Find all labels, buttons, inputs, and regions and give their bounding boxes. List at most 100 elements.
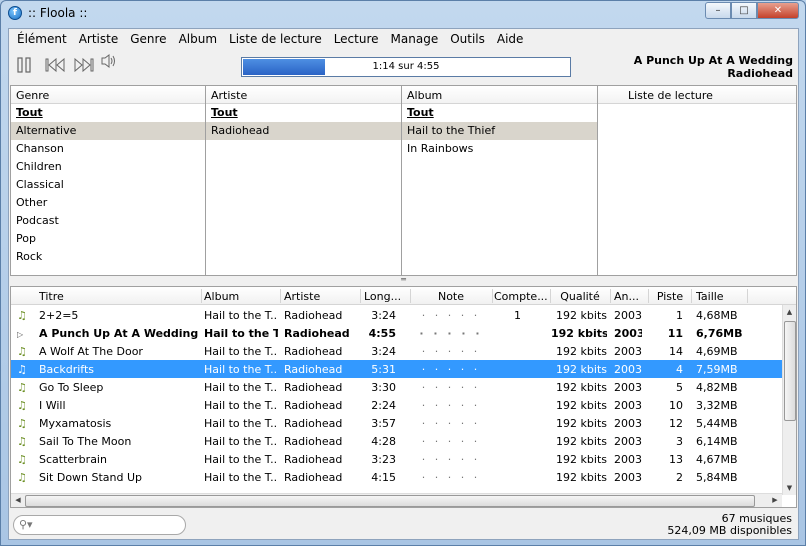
track-progress-bar[interactable]: 1:14 sur 4:55 [241,57,571,77]
album-item[interactable]: Tout [402,104,597,122]
genre-header[interactable]: Genre [11,86,205,104]
menu-album[interactable]: Album [175,29,225,49]
artist-item[interactable]: Radiohead [206,122,401,140]
col-titre[interactable]: Titre [39,290,199,303]
col-artiste[interactable]: Artiste [284,290,360,303]
album-item[interactable]: In Rainbows [402,140,597,158]
genre-item[interactable]: Other [11,194,205,212]
genre-item[interactable]: Classical [11,176,205,194]
window-controls: – □ ✕ [705,2,799,19]
genre-item[interactable]: Children [11,158,205,176]
pane-splitter[interactable]: ═ [10,276,797,286]
table-row[interactable]: ♫ Scatterbrain Hail to the T... Radiohead 3:… [11,450,782,468]
column-separator[interactable] [280,289,281,303]
previous-button[interactable] [45,57,67,77]
col-qualite[interactable]: Qualité [551,290,609,303]
cell-size: 4,68MB [696,309,738,322]
minimize-button[interactable]: – [705,2,731,19]
now-playing-title: A Punch Up At A Wedding [633,54,793,67]
cell-quality: 192 kbits [556,471,607,484]
cell-quality: 192 kbits [556,363,607,376]
vertical-scroll-thumb[interactable] [784,321,796,421]
scroll-left-arrow-icon[interactable]: ◀ [11,494,25,507]
maximize-button[interactable]: □ [731,2,757,19]
close-button[interactable]: ✕ [757,2,799,19]
cell-album: Hail to the T... [204,327,278,340]
col-annee[interactable]: An... [614,290,644,303]
column-separator[interactable] [492,289,493,303]
cell-artist: Radiohead [284,327,350,340]
table-row[interactable]: ♫ Sail To The Moon Hail to the T... Radiohe… [11,432,782,450]
playlist-header[interactable]: Liste de lecture [598,86,796,104]
column-separator[interactable] [360,289,361,303]
horizontal-scrollbar[interactable]: ◀ ▶ [11,493,782,507]
cell-length: 4:55 [368,327,396,340]
menu-genre[interactable]: Genre [126,29,174,49]
table-row[interactable]: ♫ A Wolf At The Door Hail to the T... Radio… [11,342,782,360]
horizontal-scroll-thumb[interactable] [25,495,755,507]
cell-year: 2003 [614,363,642,376]
col-compteur[interactable]: Compte... [494,290,549,303]
cell-size: 3,32MB [696,399,738,412]
col-longueur[interactable]: Long... [364,290,410,303]
table-row[interactable]: ♫ I Will Hail to the T... Radiohead 2:24 · · … [11,396,782,414]
menu-artiste[interactable]: Artiste [75,29,127,49]
genre-item[interactable]: Chanson [11,140,205,158]
volume-button[interactable] [100,53,118,73]
cell-rating: · · · · · [421,453,481,466]
vertical-scrollbar[interactable]: ▲ ▼ [782,305,796,495]
artist-item[interactable]: Tout [206,104,401,122]
artist-header[interactable]: Artiste [206,86,401,104]
cell-title: Sail To The Moon [39,435,132,448]
table-row[interactable]: ▷ A Punch Up At A Wedding Hail to the T...… [11,324,782,342]
table-row[interactable]: ♫ 2+2=5 Hail to the T... Radiohead 3:24 · · ·… [11,306,782,324]
cell-length: 2:24 [371,399,396,412]
cell-title: Go To Sleep [39,381,104,394]
cell-year: 2003 [614,417,642,430]
menu-aide[interactable]: Aide [493,29,532,49]
table-row[interactable]: ♫ Go To Sleep Hail to the T... Radiohead 3:3… [11,378,782,396]
cell-length: 3:23 [371,453,396,466]
cell-year: 2003 [614,381,642,394]
menu-element[interactable]: Élément [13,29,75,49]
genre-item[interactable]: Pop [11,230,205,248]
search-input[interactable]: ⚲▾ [13,515,186,535]
library-status: 67 musiques 524,09 MB disponibles [667,513,792,537]
cell-album: Hail to the T... [204,363,278,376]
table-row[interactable]: ♫ Backdrifts Hail to the T... Radiohead 5:31… [11,360,782,378]
column-separator[interactable] [691,289,692,303]
cell-artist: Radiohead [284,417,343,430]
genre-item[interactable]: Podcast [11,212,205,230]
menu-liste-de-lecture[interactable]: Liste de lecture [225,29,330,49]
table-row[interactable]: ♫ Myxamatosis Hail to the T... Radiohead 3:5… [11,414,782,432]
music-note-icon: ♫ [17,363,27,376]
column-separator[interactable] [201,289,202,303]
column-separator[interactable] [610,289,611,303]
menu-manage[interactable]: Manage [387,29,447,49]
genre-item[interactable]: Alternative [11,122,205,140]
menu-outils[interactable]: Outils [446,29,493,49]
menu-lecture[interactable]: Lecture [330,29,387,49]
cell-rating: · · · · · [421,381,481,394]
col-album[interactable]: Album [204,290,279,303]
cell-length: 3:24 [371,309,396,322]
next-button[interactable] [72,57,94,77]
column-separator[interactable] [747,289,748,303]
pause-button[interactable] [16,57,32,77]
col-taille[interactable]: Taille [696,290,746,303]
genre-item[interactable]: Rock [11,248,205,266]
scroll-down-arrow-icon[interactable]: ▼ [783,481,796,495]
album-header[interactable]: Album [402,86,597,104]
col-piste[interactable]: Piste [649,290,691,303]
window-title: :: Floola :: [28,6,88,20]
genre-item[interactable]: Tout [11,104,205,122]
scroll-right-arrow-icon[interactable]: ▶ [768,494,782,507]
menu-bar: Élément Artiste Genre Album Liste de lec… [9,29,798,49]
col-note[interactable]: Note [411,290,491,303]
album-item[interactable]: Hail to the Thief [402,122,597,140]
table-row[interactable]: ♫ Sit Down Stand Up Hail to the T... Radioh… [11,468,782,486]
cell-track: 1 [676,309,683,322]
title-bar[interactable]: f :: Floola :: – □ ✕ [1,1,805,25]
cell-year: 2003 [614,453,642,466]
scroll-up-arrow-icon[interactable]: ▲ [783,305,796,319]
